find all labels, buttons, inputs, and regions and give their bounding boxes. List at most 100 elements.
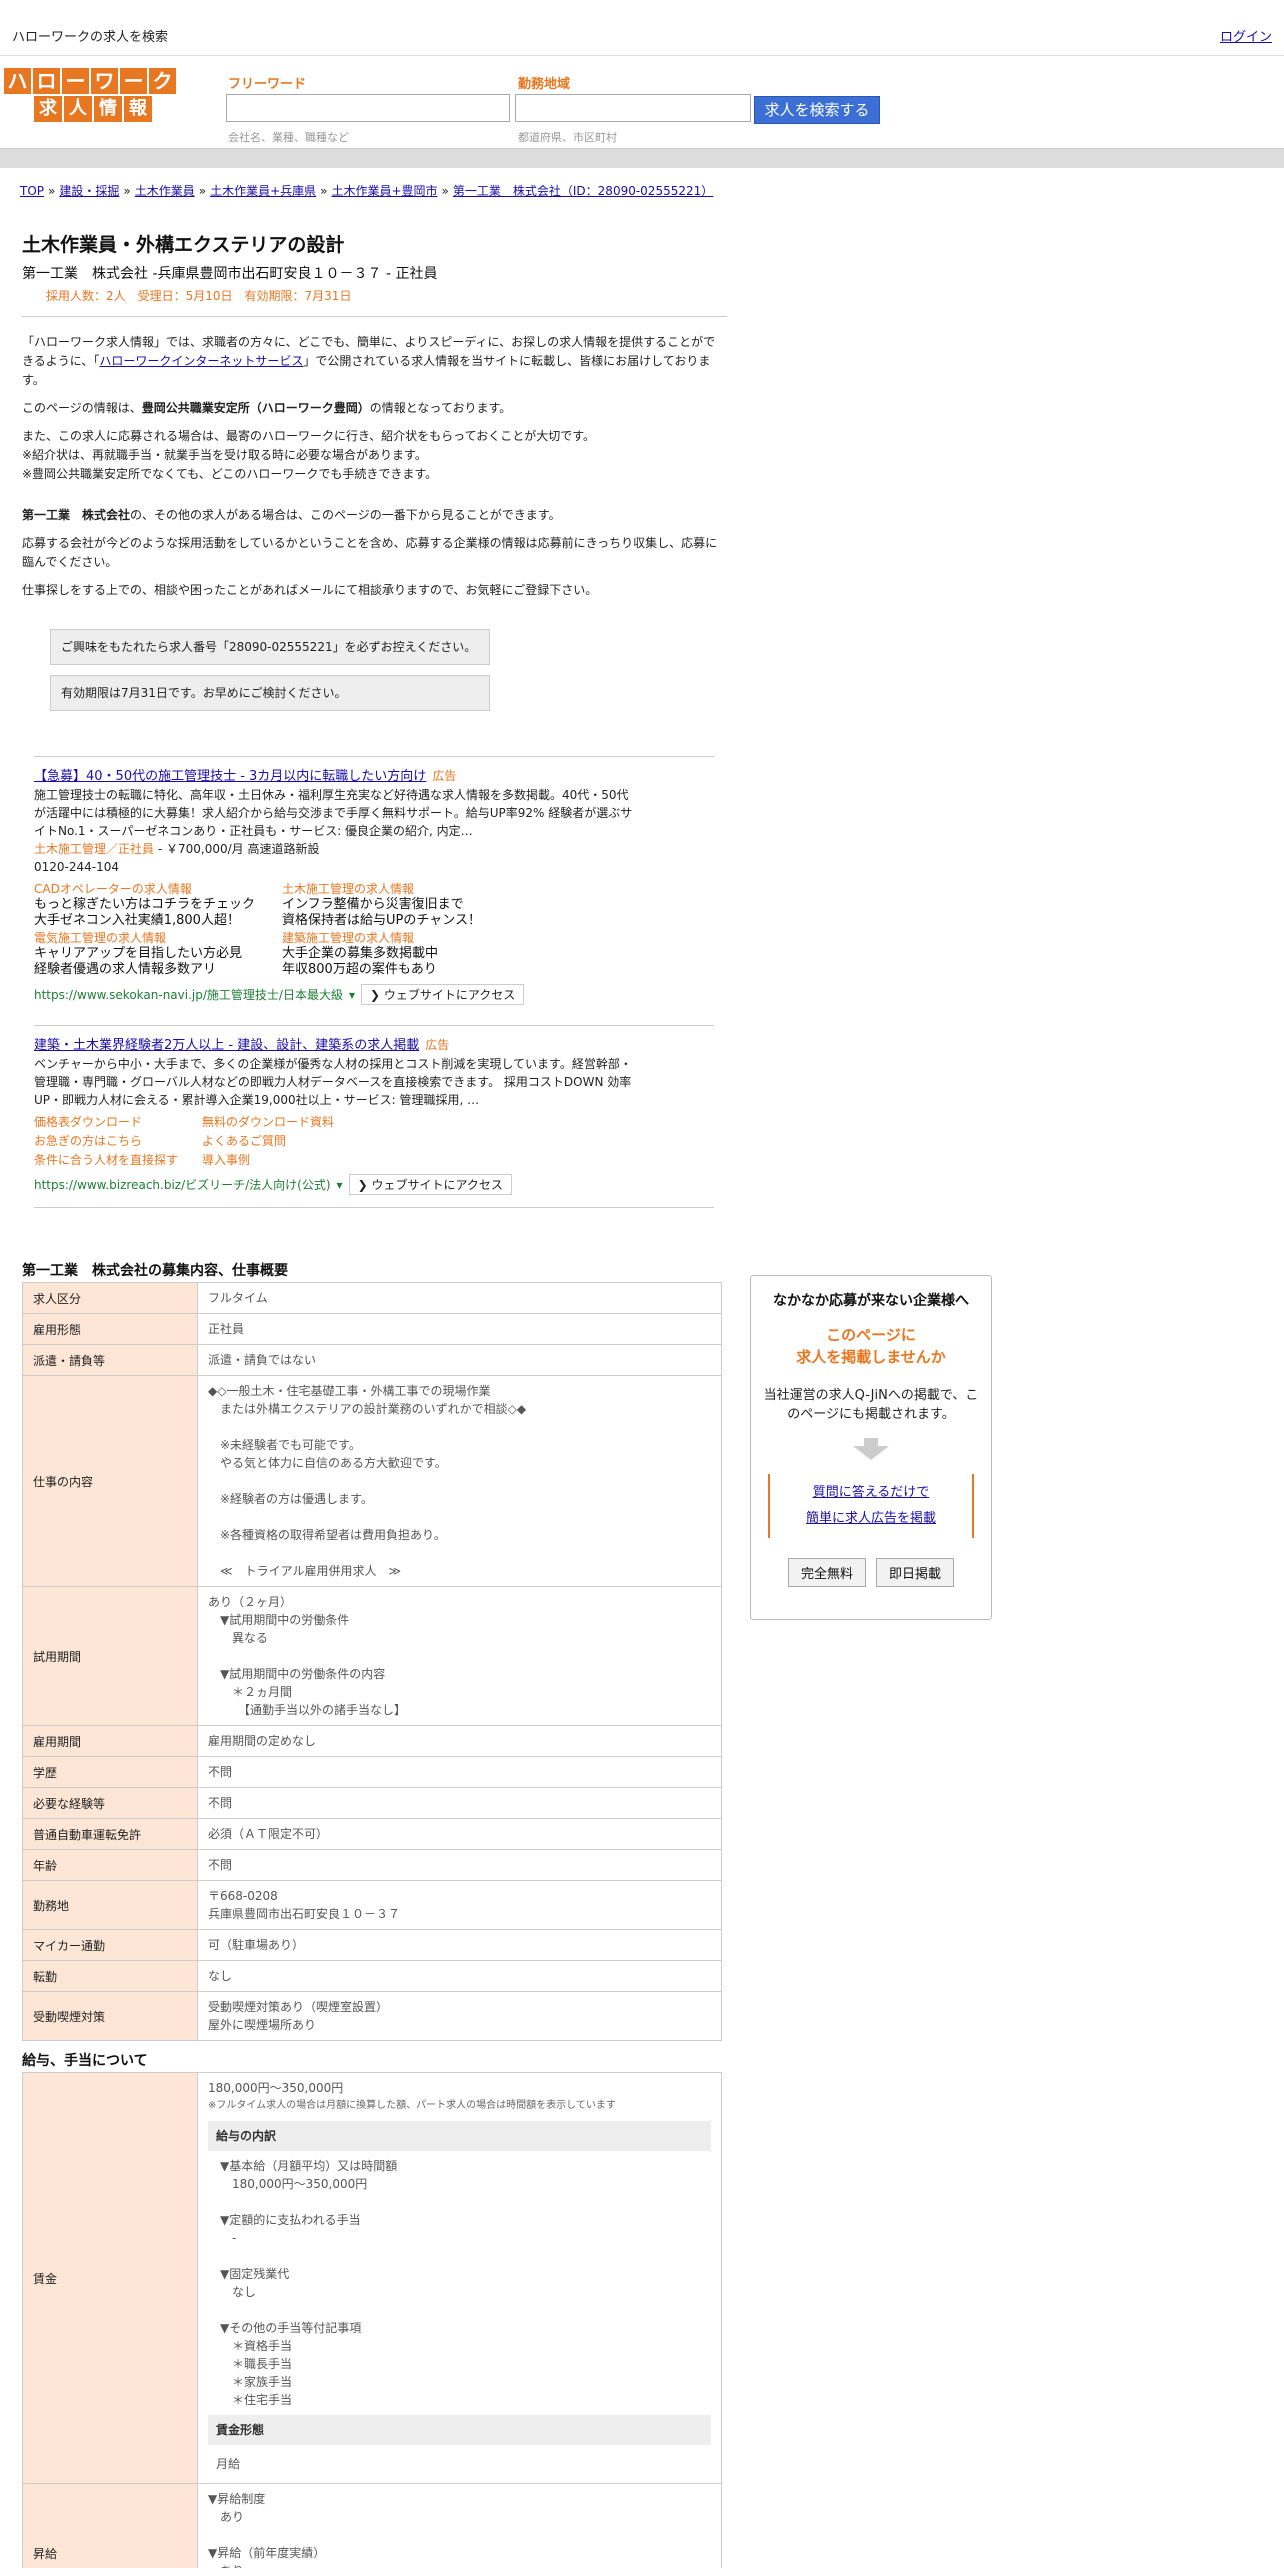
deadline-notice: 有効期限は7月31日です。お早めにご検討ください。 — [50, 675, 490, 711]
arrow-down-icon — [853, 1446, 889, 1460]
overview-section: 第一工業 株式会社の募集内容、仕事概要 求人区分 フルタイム 雇用形態 正社員 派遣・請… — [22, 1260, 727, 2041]
freeword-label: フリーワード — [228, 77, 307, 92]
row-value: フルタイム — [197, 1282, 722, 1314]
top-bar: ハローワークの求人を検索 ログイン — [0, 0, 1284, 56]
row-label: 必要な経験等 — [22, 1787, 198, 1819]
row-label: マイカー通勤 — [22, 1929, 198, 1961]
wage-form-heading: 賃金形態 — [208, 2415, 711, 2445]
ad-url-line: https://www.sekokan-navi.jp/施工管理技士/日本最大級… — [34, 984, 714, 1005]
ad-url-line: https://www.bizreach.biz/ビズリーチ/法人向け(公式) ▾… — [34, 1174, 714, 1195]
row-label: 試用期間 — [22, 1586, 198, 1726]
table-row: 普通自動車運転免許 必須（ＡＴ限定不可） — [22, 1818, 722, 1850]
logo-char: ワ — [91, 68, 118, 94]
ad-title-link[interactable]: 【急募】40・50代の施工管理技士 - 3カ月以内に転職したい方向け — [34, 769, 426, 784]
row-label: 転勤 — [22, 1960, 198, 1992]
logo-char: ー — [120, 68, 147, 94]
breadcrumb-prefecture[interactable]: 土木作業員+兵庫県 — [210, 184, 316, 198]
page-title: 土木作業員・外構エクステリアの設計 — [22, 234, 345, 256]
ad-sitelink[interactable]: 電気施工管理の求人情報 キャリアアップを目指したい方必見 経験者優遇の求人情報多数… — [34, 929, 282, 978]
table-row: 雇用形態 正社員 — [22, 1313, 722, 1345]
research-paragraph: 応募する会社が今どのような採用活動をしているかということを含め、応募する企業様の… — [22, 536, 718, 569]
freeword-hint: 会社名、業種、職種など — [228, 131, 349, 144]
logo-char: 報 — [124, 96, 152, 122]
table-row: 派遣・請負等 派遣・請負ではない — [22, 1344, 722, 1376]
ad-sitelink[interactable]: 建築施工管理の求人情報 大手企業の募集多数掲載中 年収800万超の案件もあり — [282, 929, 530, 978]
apply-notice-paragraph: また、この求人に応募される場合は、最寄のハローワークに行き、紹介状をもらっておく… — [22, 429, 596, 481]
free-button[interactable]: 完全無料 — [787, 1558, 866, 1587]
login-link[interactable]: ログイン — [1220, 26, 1272, 45]
visit-website-button[interactable]: ❯ ウェブサイトにアクセス — [360, 984, 525, 1005]
ad-sitelink[interactable]: お急ぎの方はこちら — [34, 1132, 202, 1149]
ad-sitelink[interactable]: 価格表ダウンロード — [34, 1113, 202, 1130]
table-row: 転勤 なし — [22, 1960, 722, 1992]
breadcrumb-top[interactable]: TOP — [20, 184, 44, 198]
table-row: マイカー通勤 可（駐車場あり） — [22, 1929, 722, 1961]
same-day-button[interactable]: 即日掲載 — [876, 1558, 955, 1587]
row-value: 正社員 — [197, 1313, 722, 1345]
freeword-input[interactable] — [226, 94, 510, 122]
promo-link-post[interactable]: 簡単に求人広告を掲載 — [806, 1511, 936, 1526]
ad-sub-link[interactable]: 土木施工管理／正社員 — [34, 842, 154, 856]
row-label: 昇給 — [22, 2483, 198, 2568]
search-button[interactable]: 求人を検索する — [754, 96, 880, 124]
table-row: 雇用期間 雇用期間の定めなし — [22, 1725, 722, 1757]
site-title[interactable]: ハローワークの求人を検索 — [12, 26, 168, 45]
company-line: 第一工業 株式会社 -兵庫県豊岡市出石町安良１０－３７ - 正社員 — [22, 266, 438, 282]
area-input[interactable] — [515, 94, 751, 122]
ad-section: 【急募】40・50代の施工管理技士 - 3カ月以内に転職したい方向け 広告 施工管… — [34, 756, 714, 1208]
visit-website-button[interactable]: ❯ ウェブサイトにアクセス — [348, 1174, 512, 1195]
breadcrumb: TOP» 建設・採掘» 土木作業員» 土木作業員+兵庫県» 土木作業員+豊岡市» 第一工業… — [20, 184, 714, 198]
row-label: 受動喫煙対策 — [22, 1991, 198, 2041]
ad-sitelink[interactable]: 導入事例 — [202, 1151, 402, 1168]
ad-title-link[interactable]: 建築・土木業界経験者2万人以上 - 建設、設計、建築系の求人掲載 — [34, 1038, 419, 1053]
row-value: 派遣・請負ではない — [197, 1344, 722, 1376]
row-label: 求人区分 — [22, 1282, 198, 1314]
row-label: 普通自動車運転免許 — [22, 1818, 198, 1850]
row-value: 雇用期間の定めなし — [197, 1725, 722, 1757]
ad-subline: 土木施工管理／正社員 - ￥700,000/月 高速道路新設 — [34, 842, 320, 856]
ad-sitelink[interactable]: よくあるご質問 — [202, 1132, 402, 1149]
row-value: なし — [197, 1960, 722, 1992]
breadcrumb-city[interactable]: 土木作業員+豊岡市 — [331, 184, 437, 198]
hellowork-logo[interactable]: ハ ロ ー ワ ー ク 求 人 情 報 — [4, 68, 180, 124]
wage-note: ※フルタイム求人の場合は月額に換算した額、パート求人の場合は時間額を表示していま… — [208, 2100, 616, 2111]
other-jobs-paragraph: 第一工業 株式会社の、その他の求人がある場合は、このページの一番下から見ることが… — [22, 508, 561, 522]
ad-sitelinks: CADオペレーターの求人情報 もっと稼ぎたい方はコチラをチェック 大手ゼネコン入社… — [34, 880, 714, 978]
hellowork-internet-link[interactable]: ハローワークインターネットサービス — [99, 354, 303, 368]
ad-sitelink[interactable]: 土木施工管理の求人情報 インフラ整備から災害復旧まで 資格保持者は給与UPのチャン… — [282, 880, 530, 929]
ad-url[interactable]: https://www.bizreach.biz/ビズリーチ/法人向け(公式) — [34, 1176, 331, 1193]
breadcrumb-occupation[interactable]: 土木作業員 — [135, 184, 195, 198]
area-label: 勤務地域 — [518, 77, 571, 92]
row-label: 学歴 — [22, 1756, 198, 1788]
row-value: 可（駐車場あり） — [197, 1929, 722, 1961]
promo-title: なかなか応募が来ない企業様へ — [773, 1293, 969, 1309]
promo-buttons: 完全無料 即日掲載 — [759, 1558, 983, 1587]
ad-sitelink[interactable]: CADオペレーターの求人情報 もっと稼ぎたい方はコチラをチェック 大手ゼネコン入社… — [34, 880, 282, 929]
wage-range: 180,000円〜350,000円 — [208, 2081, 344, 2095]
employer-promo-box: なかなか応募が来ない企業様へ このページに 求人を掲載しませんか 当社運営の求人Q… — [750, 1275, 992, 1620]
row-value: ▼昇給制度 あり ▼昇給（前年度実績） あり ▼昇給金額／昇給率 — [197, 2483, 722, 2568]
ad-badge: 広告 — [432, 769, 457, 783]
search-header: ハ ロ ー ワ ー ク 求 人 情 報 フリーワード 会社名、業種、職種など 勤… — [0, 56, 1284, 148]
dropdown-arrow-icon[interactable]: ▾ — [349, 988, 355, 1002]
dropdown-arrow-icon[interactable]: ▾ — [337, 1178, 343, 1192]
row-value: 不問 — [197, 1756, 722, 1788]
ad-sitelink[interactable]: 無料のダウンロード資料 — [202, 1113, 402, 1130]
table-row: 試用期間 あり（２ヶ月） ▼試用期間中の労働条件 異なる ▼試用期間中の労働条件の… — [22, 1586, 722, 1726]
table-row: 昇給 ▼昇給制度 あり ▼昇給（前年度実績） あり ▼昇給金額／昇給率 — [22, 2483, 722, 2568]
job-meta: 採用人数：2人 受理日：5月10日 有効期限：7月31日 — [46, 289, 352, 303]
ad-sitelink[interactable]: 条件に合う人材を直接探す — [34, 1151, 202, 1168]
table-row: 年齢 不問 — [22, 1849, 722, 1881]
ad-phone[interactable]: 0120-244-104 — [34, 858, 714, 876]
overview-title: 第一工業 株式会社の募集内容、仕事概要 — [22, 1263, 288, 1279]
promo-link-questions[interactable]: 質問に答えるだけで — [813, 1485, 930, 1500]
table-row: 受動喫煙対策 受動喫煙対策あり（喫煙室設置） 屋外に喫煙場所あり — [22, 1991, 722, 2041]
row-label: 仕事の内容 — [22, 1375, 198, 1587]
row-label: 賃金 — [22, 2072, 198, 2484]
breadcrumb-company[interactable]: 第一工業 株式会社（ID：28090-02555221） — [453, 184, 713, 198]
breadcrumb-category[interactable]: 建設・採掘 — [59, 184, 119, 198]
salary-title: 給与、手当について — [22, 2053, 148, 2069]
logo-char: ク — [149, 68, 176, 94]
ad-url[interactable]: https://www.sekokan-navi.jp/施工管理技士/日本最大級 — [34, 986, 343, 1003]
row-value: 不問 — [197, 1787, 722, 1819]
